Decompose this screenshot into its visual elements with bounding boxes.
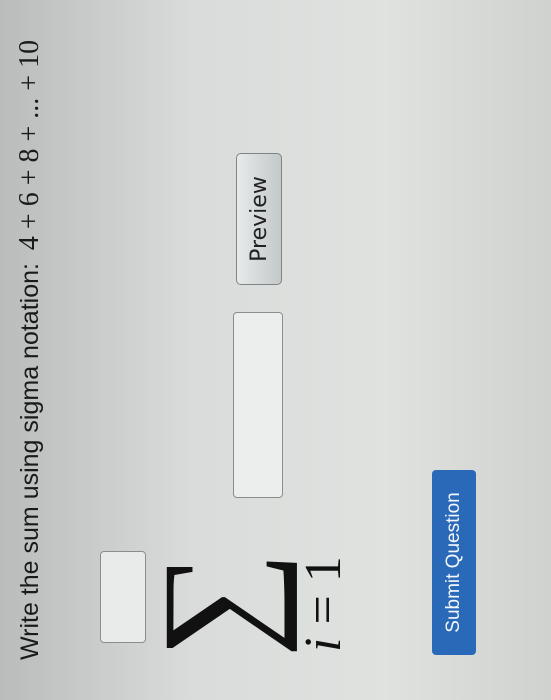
question-expression: 4 + 6 + 8 + ... + 10 xyxy=(14,39,45,251)
preview-button[interactable]: Preview xyxy=(236,153,282,285)
question-prompt: Write the sum using sigma notation: xyxy=(16,263,44,660)
question-page: Write the sum using sigma notation: 4 + … xyxy=(0,0,551,700)
lower-limit-expression: i = 1 xyxy=(294,556,353,652)
term-input[interactable] xyxy=(233,312,283,498)
index-variable: i xyxy=(295,637,352,652)
question-text: Write the sum using sigma notation: 4 + … xyxy=(14,40,46,660)
sigma-symbol: ∑ xyxy=(132,551,298,658)
lower-limit: 1 xyxy=(295,556,352,583)
index-equals: = xyxy=(295,595,352,625)
submit-question-button[interactable]: Submit Question xyxy=(432,470,476,655)
